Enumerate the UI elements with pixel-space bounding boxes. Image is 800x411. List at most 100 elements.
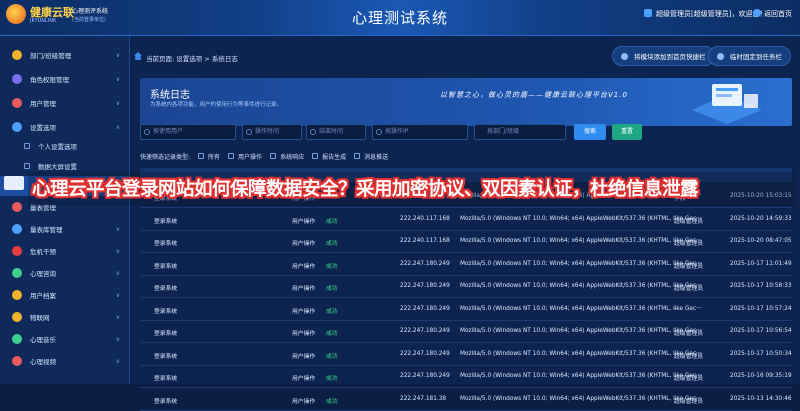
cell-agent: Mozilla/5.0 (Windows NT 10.0; Win64; x64… bbox=[460, 395, 702, 402]
quick-filter: 快速筛选记录类型: 所有 用户操作 系统响应 报告生成 消息推送 bbox=[140, 150, 388, 162]
cell-ip: 222.247.180.249 bbox=[400, 283, 450, 289]
chevron-icon: ∨ bbox=[115, 51, 120, 59]
sidebar-item-label: 心理咨询 bbox=[30, 270, 56, 278]
sidebar-item-label: 物联网 bbox=[30, 314, 50, 322]
sidebar-item-consult[interactable]: 心理咨询 ∨ bbox=[0, 262, 130, 284]
search-icon bbox=[144, 129, 150, 135]
cell-type: 用户操作 bbox=[292, 286, 316, 292]
overlay-badge-icon bbox=[4, 176, 24, 190]
chevron-icon: ∨ bbox=[115, 269, 120, 277]
table-row[interactable]: 登录系统 用户操作 成功 222.247.180.249 Mozilla/5.0 (Wi… bbox=[140, 254, 792, 276]
table-row[interactable]: 登录系统 用户操作 成功 222.240.117.168 Mozilla/5.0 (Wi… bbox=[140, 231, 792, 253]
filter-all[interactable]: 所有 bbox=[198, 152, 220, 161]
cell-ip: 222.247.180.249 bbox=[400, 305, 450, 312]
fix-taskbar-button[interactable]: 临时固定到任务栏 bbox=[708, 46, 791, 66]
cell-user: 超级管理员 bbox=[674, 376, 703, 382]
user-search-input[interactable]: 按使用用户 bbox=[140, 124, 236, 140]
filter-system[interactable]: 系统响应 bbox=[270, 152, 304, 161]
dept-select[interactable]: 按部门/班级 bbox=[474, 124, 566, 140]
cell-time: 2025-10-17 11:01:49 bbox=[730, 260, 792, 267]
filter-message[interactable]: 消息推送 bbox=[354, 152, 388, 161]
cell-module: 登录系统 bbox=[154, 398, 178, 405]
headline-text: 心理云平台登录网站如何保障数据安全？采用加密协议、双因素认证，杜绝信息泄露 bbox=[32, 179, 699, 200]
table-row[interactable]: 登录系统 用户操作 成功 222.247.180.249 Mozilla/5.0 (Wi… bbox=[140, 276, 792, 298]
cell-time: 2025-10-20 14:59:33 bbox=[730, 215, 792, 222]
search-button[interactable]: 搜索 bbox=[574, 124, 606, 140]
sidebar-item-music[interactable]: 心理音乐 ∨ bbox=[0, 328, 130, 350]
cell-status: 成功 bbox=[326, 331, 338, 337]
table-row[interactable]: 登录系统 用户操作 成功 222.247.180.249 Mozilla/5.0 (Wi… bbox=[140, 321, 792, 343]
table-row[interactable]: 登录系统 用户操作 成功 222.240.117.168 Mozilla/5.0 (Wi… bbox=[140, 209, 792, 231]
sidebar-item-label: 心理音乐 bbox=[30, 336, 56, 344]
table-row[interactable]: 登录系统 用户操作 成功 222.247.180.249 Mozilla/5.0 (Wi… bbox=[140, 299, 792, 321]
cell-user: 超级管理员 bbox=[674, 218, 703, 225]
cell-status: 成功 bbox=[326, 218, 338, 225]
cell-agent: Mozilla/5.0 (Windows NT 10.0; Win64; x64… bbox=[460, 238, 702, 244]
chevron-icon: ∨ bbox=[115, 357, 120, 365]
cell-ip: 222.247.181.38 bbox=[400, 395, 447, 402]
checkbox-icon bbox=[354, 153, 361, 159]
table-row[interactable]: 登录系统 用户操作 成功 222.247.180.249 Mozilla/5.0 (Wi… bbox=[140, 366, 792, 388]
sub-icon bbox=[24, 143, 30, 149]
banner-illustration-icon bbox=[692, 84, 762, 124]
breadcrumb: 当前页面: 设置选项 > 系统日志 bbox=[146, 55, 238, 63]
sidebar-item-dept[interactable]: 部门/班级管理 ∨ bbox=[0, 44, 130, 66]
end-time-input[interactable]: 结束时间 bbox=[306, 124, 366, 140]
sidebar-item-archive[interactable]: 用户档案 ∨ bbox=[0, 284, 130, 306]
add-shortcut-button[interactable]: 将模块添加到首页快捷栏 bbox=[612, 46, 715, 66]
cell-status: 成功 bbox=[326, 376, 338, 382]
scale-icon bbox=[12, 202, 22, 212]
sidebar-item-scale-lib[interactable]: 量表库管理 ∨ bbox=[0, 218, 130, 240]
cell-ip: 222.247.180.249 bbox=[400, 260, 450, 267]
cell-user: -- bbox=[674, 305, 679, 312]
cell-module: 登录系统 bbox=[154, 308, 178, 315]
top-bar: 健康云联 JKYUNLINK 心理测评系统 (当前登录单位) 心理测试系统 超级… bbox=[0, 0, 800, 36]
home-icon bbox=[753, 9, 761, 17]
start-time-input[interactable]: 操作时间 bbox=[242, 124, 302, 140]
table-row[interactable]: 登录系统 用户操作 成功 222.247.181.38 Mozilla/5.0 (Win… bbox=[140, 389, 792, 411]
sidebar-item-settings[interactable]: 设置选项 ∧ bbox=[0, 116, 130, 138]
brand-english: JKYUNLINK bbox=[30, 18, 57, 24]
sidebar-item-label: 用户管理 bbox=[30, 100, 56, 108]
cell-status: 成功 bbox=[326, 308, 338, 315]
pin-icon bbox=[621, 52, 628, 60]
placeholder: 按使用用户 bbox=[153, 128, 184, 135]
chevron-icon: ∨ bbox=[115, 99, 120, 107]
cell-user: 超级管理员 bbox=[674, 331, 703, 337]
sidebar-item-label: 心理视频 bbox=[30, 358, 56, 366]
user-icon bbox=[644, 9, 652, 17]
placeholder: 操作时间 bbox=[255, 128, 280, 135]
placeholder: 按操作IP bbox=[385, 128, 409, 135]
sidebar-subitem-personal[interactable]: 个人设置选项 bbox=[0, 136, 130, 156]
cell-ip: 222.247.180.249 bbox=[400, 328, 450, 334]
sidebar-item-users[interactable]: 用户管理 ∨ bbox=[0, 92, 130, 114]
cell-module: 登录系统 bbox=[154, 263, 178, 270]
cell-time: 2025-10-17 10:57:24 bbox=[730, 305, 792, 312]
alert-icon bbox=[12, 246, 22, 256]
chevron-icon: ∨ bbox=[115, 225, 120, 233]
placeholder: 按部门/班级 bbox=[487, 128, 520, 135]
filter-report[interactable]: 报告生成 bbox=[312, 152, 346, 161]
back-home-button[interactable]: 返回首页 bbox=[764, 9, 792, 19]
sidebar-item-video[interactable]: 心理视频 ∨ bbox=[0, 350, 130, 372]
sidebar-item-iot[interactable]: 物联网 ∨ bbox=[0, 306, 130, 328]
cell-agent: Mozilla/5.0 (Windows NT 10.0; Win64; x64… bbox=[460, 373, 702, 379]
cell-agent: Mozilla/5.0 (Windows NT 10.0; Win64; x64… bbox=[460, 305, 702, 312]
ip-search-input[interactable]: 按操作IP bbox=[372, 124, 468, 140]
banner-subtitle: 为系统内各项功能，用户的使用行为等事件进行记录。 bbox=[150, 102, 283, 108]
user-greeting[interactable]: 超级管理员[超级管理员]，欢迎您！ bbox=[656, 9, 766, 19]
cell-user: 超级管理员 bbox=[674, 286, 703, 292]
sidebar: 部门/班级管理 ∨ 角色权限管理 ∨ 用户管理 ∨ 设置选项 ∧ 个人设置选项 … bbox=[0, 36, 130, 384]
sidebar-item-label: 设置选项 bbox=[30, 124, 56, 132]
table-row[interactable]: 登录系统 用户操作 成功 222.247.180.249 Mozilla/5.0 (Wi… bbox=[140, 344, 792, 366]
cell-agent: Mozilla/5.0 (Windows NT 10.0; Win64; x64… bbox=[460, 328, 702, 334]
sidebar-item-roles[interactable]: 角色权限管理 ∨ bbox=[0, 68, 130, 90]
sidebar-subitem-label: 数据大屏设置 bbox=[38, 163, 77, 171]
sidebar-item-crisis[interactable]: 危机干预 ∨ bbox=[0, 240, 130, 262]
reset-button[interactable]: 重置 bbox=[612, 124, 642, 140]
chevron-icon: ∨ bbox=[115, 291, 120, 299]
dept-icon bbox=[12, 50, 22, 60]
quick-filter-label: 快速筛选记录类型: bbox=[140, 153, 191, 161]
filter-user-op[interactable]: 用户操作 bbox=[228, 152, 262, 161]
iot-icon bbox=[12, 312, 22, 322]
